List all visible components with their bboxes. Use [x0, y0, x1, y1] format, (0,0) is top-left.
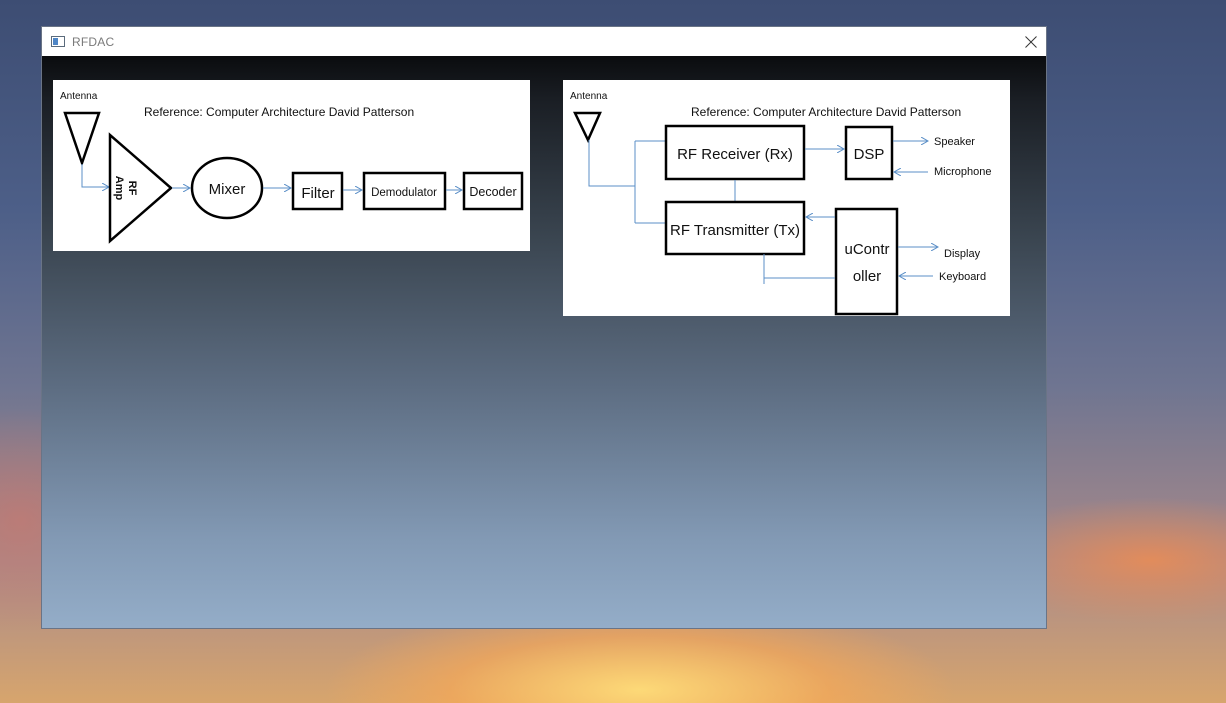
antenna-to-amp-arrow	[81, 164, 109, 187]
demodulator-label: Demodulator	[371, 187, 437, 199]
antenna-label: Antenna	[570, 91, 608, 102]
rf-receiver-chain-diagram: Antenna Reference: Computer Architecture…	[53, 80, 530, 251]
antenna-symbol	[573, 111, 602, 143]
title-bar[interactable]: RFDAC	[42, 27, 1046, 56]
close-icon	[1025, 35, 1037, 48]
decoder-label: Decoder	[469, 185, 516, 199]
tx-to-controller-wire	[763, 254, 835, 284]
microphone-label: Microphone	[934, 166, 991, 178]
microcontroller-label-line1: uContr	[844, 241, 889, 258]
rf-transceiver-diagram: Antenna Reference: Computer Architecture…	[563, 80, 1010, 316]
speaker-label: Speaker	[934, 136, 975, 148]
reference-text: Reference: Computer Architecture David P…	[691, 105, 961, 119]
antenna-wire	[588, 140, 635, 187]
mixer-label: Mixer	[209, 181, 246, 198]
microcontroller-block	[834, 207, 899, 316]
app-window: RFDAC Antenna Reference: Computer Archit…	[41, 26, 1047, 629]
antenna-symbol	[63, 111, 101, 167]
antenna-label: Antenna	[60, 91, 98, 102]
dsp-label: DSP	[854, 146, 885, 163]
display-label: Display	[944, 248, 981, 260]
window-title: RFDAC	[72, 34, 115, 49]
rf-transmitter-label: RF Transmitter (Tx)	[670, 222, 800, 239]
close-button[interactable]	[1016, 27, 1046, 56]
rf-amp-label-line1: RF	[126, 181, 138, 196]
microcontroller-label-line2: oller	[853, 268, 881, 285]
keyboard-label: Keyboard	[939, 271, 986, 283]
filter-label: Filter	[301, 185, 334, 202]
window-app-icon	[51, 36, 65, 47]
rf-amp-label-line2: Amp	[113, 176, 125, 201]
reference-text: Reference: Computer Architecture David P…	[144, 105, 414, 119]
rf-receiver-label: RF Receiver (Rx)	[677, 146, 793, 163]
